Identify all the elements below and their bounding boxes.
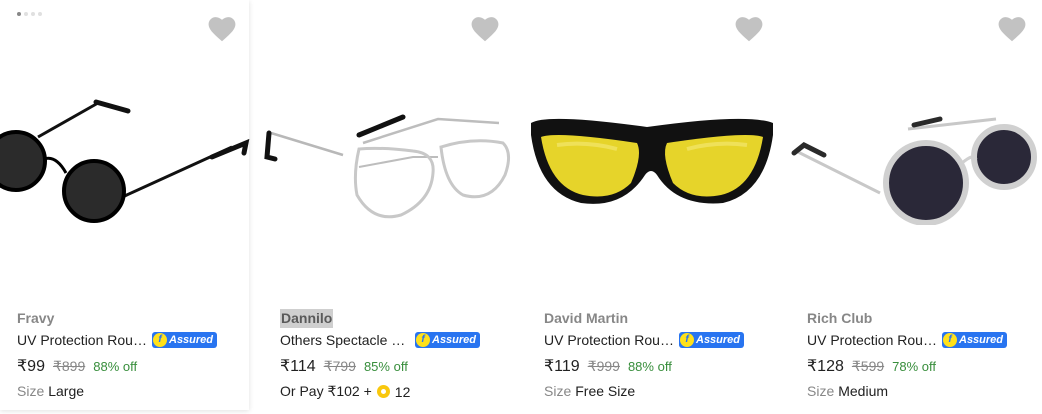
size-value: Large [48, 383, 85, 399]
assured-label: Assured [696, 333, 741, 346]
size-info: Size Medium [807, 383, 1042, 399]
product-title[interactable]: Others Spectacle Sunglasses (Free Size) [280, 330, 410, 350]
round-black-sunglasses-icon [0, 99, 250, 223]
product-info: Dannilo Others Spectacle Sunglasses (Fre… [280, 309, 520, 400]
size-value: Free Size [575, 383, 636, 399]
assured-badge: f Assured [679, 331, 745, 348]
round-silver-sunglasses-icon [791, 116, 1037, 225]
product-grid: Fravy UV Protection Round Sunglasses (Fr… [0, 0, 1042, 414]
original-price: ₹599 [851, 358, 885, 374]
carousel-dot[interactable] [31, 12, 35, 16]
product-image[interactable] [790, 60, 1040, 240]
product-card[interactable]: Dannilo Others Spectacle Sunglasses (Fre… [263, 0, 526, 414]
size-info: Size Large [17, 383, 243, 399]
assured-badge: f Assured [942, 331, 1008, 348]
flipkart-logo-icon: f [943, 332, 957, 347]
image-carousel-dots[interactable] [17, 12, 42, 16]
original-price: ₹899 [52, 358, 86, 374]
pay-with-coins-text: Or Pay ₹102 + [280, 383, 372, 399]
aviator-clear-glasses-icon [264, 114, 510, 219]
selling-price: ₹128 [807, 358, 844, 375]
selling-price: ₹114 [280, 358, 316, 375]
product-title[interactable]: UV Protection Round Sunglasses (Free Siz… [544, 330, 674, 350]
assured-badge: f Assured [152, 331, 218, 348]
product-card[interactable]: Fravy UV Protection Round Sunglasses (Fr… [0, 0, 250, 410]
flipkart-logo-icon: f [153, 332, 167, 347]
product-brand: Fravy [17, 310, 55, 326]
product-brand: Dannilo [280, 309, 334, 328]
discount-percent: 88% off [93, 359, 138, 374]
wishlist-heart-icon[interactable] [998, 16, 1026, 42]
product-image[interactable] [0, 60, 250, 240]
original-price: ₹999 [587, 358, 620, 374]
size-label: Size [807, 383, 835, 399]
discount-percent: 88% off [627, 359, 672, 374]
product-title[interactable]: UV Protection Round Sunglasses (Free Siz… [17, 330, 147, 350]
flipkart-logo-icon: f [680, 332, 694, 347]
product-info: David Martin UV Protection Round Sunglas… [544, 309, 784, 399]
size-info: Size Free Size [544, 383, 784, 399]
product-info: Rich Club UV Protection Round Sunglasses… [807, 309, 1042, 399]
selling-price: ₹99 [17, 358, 45, 375]
size-label: Size [17, 383, 45, 399]
size-value: Medium [838, 383, 889, 399]
carousel-dot[interactable] [24, 12, 28, 16]
product-image[interactable] [527, 60, 777, 240]
flipkart-logo-icon: f [416, 332, 430, 347]
carousel-dot[interactable] [38, 12, 42, 16]
wishlist-heart-icon[interactable] [471, 16, 499, 42]
supercoin-offer: Or Pay ₹102 + 12 [280, 383, 520, 400]
wishlist-heart-icon[interactable] [208, 16, 236, 42]
size-label: Size [544, 383, 572, 399]
assured-label: Assured [959, 333, 1004, 346]
product-card[interactable]: Rich Club UV Protection Round Sunglasses… [790, 0, 1042, 414]
product-brand: Rich Club [807, 310, 873, 326]
original-price: ₹799 [323, 358, 356, 374]
supercoin-icon [376, 385, 390, 398]
discount-percent: 85% off [363, 359, 408, 374]
assured-label: Assured [169, 333, 214, 346]
product-image[interactable] [263, 60, 513, 240]
selling-price: ₹119 [544, 358, 580, 375]
discount-percent: 78% off [892, 359, 936, 374]
carousel-dot[interactable] [17, 12, 21, 16]
product-title[interactable]: UV Protection Round Sunglasses (Free Siz… [807, 330, 937, 350]
wishlist-heart-icon[interactable] [735, 16, 763, 42]
assured-badge: f Assured [415, 331, 481, 348]
coin-count: 12 [394, 383, 411, 400]
product-card[interactable]: David Martin UV Protection Round Sunglas… [527, 0, 790, 414]
product-info: Fravy UV Protection Round Sunglasses (Fr… [17, 309, 243, 399]
product-brand: David Martin [544, 310, 629, 326]
assured-label: Assured [432, 333, 477, 346]
yellow-night-vision-sunglasses-icon [531, 118, 773, 204]
